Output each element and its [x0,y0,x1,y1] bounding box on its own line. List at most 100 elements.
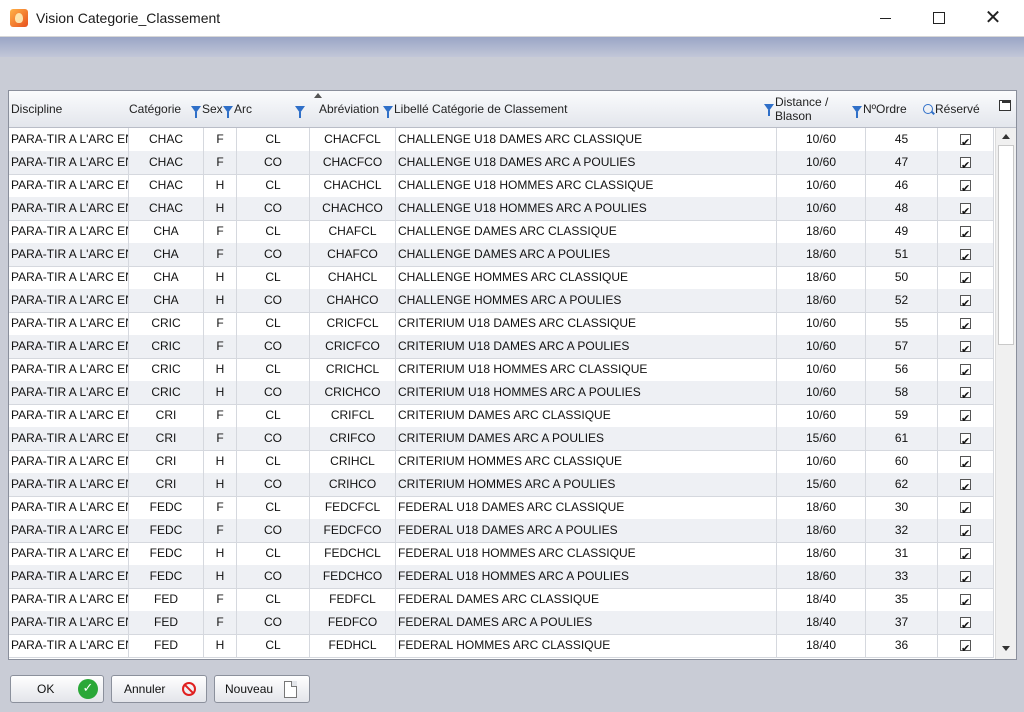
cell-ordre: 49 [866,220,938,243]
reserve-checkbox[interactable] [960,246,971,266]
cell-distance: 10/60 [777,312,866,335]
cell-libelle: CHALLENGE DAMES ARC CLASSIQUE [396,220,777,243]
scroll-thumb[interactable] [998,145,1014,345]
reserve-checkbox[interactable] [960,338,971,358]
cell-arc: CO [237,197,310,220]
reserve-checkbox[interactable] [960,223,971,243]
header-sexe[interactable]: Sexe [191,91,223,127]
reserve-checkbox[interactable] [960,200,971,220]
reserve-checkbox[interactable] [960,614,971,634]
table-row[interactable]: PARA-TIR A L'ARC EN CHAC F CL CHACFCL CHALLEN… [9,128,994,152]
minimize-button[interactable] [862,0,908,36]
reserve-checkbox[interactable] [960,177,971,197]
cell-distance: 10/60 [777,381,866,404]
header-abreviation[interactable]: Abréviation [295,91,393,127]
cell-sexe: H [204,542,237,565]
table-row[interactable]: PARA-TIR A L'ARC EN FEDC H CL FEDCHCL FEDERAL… [9,542,994,566]
table-row[interactable]: PARA-TIR A L'ARC EN CRI H CL CRIHCL CRITERIUM… [9,450,994,474]
table-row[interactable]: PARA-TIR A L'ARC EN CHAC F CO CHACFCO CHALLEN… [9,151,994,175]
vertical-scrollbar[interactable] [995,128,1016,659]
cell-distance: 10/60 [777,335,866,358]
header-discipline[interactable]: Discipline [11,91,129,127]
table-row[interactable]: PARA-TIR A L'ARC EN CHAC H CO CHACHCO CHALLEN… [9,197,994,221]
table-row[interactable]: PARA-TIR A L'ARC EN FED F CL FEDFCL FEDERAL D… [9,588,994,612]
table-row[interactable]: PARA-TIR A L'ARC EN CHAC H CL CHACHCL CHALLEN… [9,174,994,198]
column-chooser-icon[interactable] [999,100,1011,111]
filter-icon[interactable] [383,105,393,118]
cell-abreviation: FEDCHCL [310,542,396,565]
header-distance[interactable]: Distance / Blason [764,91,844,127]
reserve-checkbox[interactable] [960,430,971,450]
reserve-checkbox[interactable] [960,568,971,588]
cell-arc: CO [237,381,310,404]
table-row[interactable]: PARA-TIR A L'ARC EN CRI F CO CRIFCO CRITERIUM… [9,427,994,451]
cell-sexe: F [204,128,237,151]
table-row[interactable]: PARA-TIR A L'ARC EN CHA F CO CHAFCO CHALLENGE… [9,243,994,267]
cell-abreviation: CHACFCL [310,128,396,151]
table-row[interactable]: PARA-TIR A L'ARC EN CRIC F CO CRICFCO CRITERI… [9,335,994,359]
maximize-button[interactable] [916,0,962,36]
reserve-checkbox[interactable] [960,476,971,496]
scroll-down-icon[interactable] [1002,646,1010,651]
cell-sexe: F [204,312,237,335]
reserve-checkbox[interactable] [960,499,971,519]
cell-distance: 18/40 [777,634,866,657]
close-button[interactable]: ✕ [970,0,1016,36]
reserve-checkbox[interactable] [960,522,971,542]
header-libelle[interactable]: Libellé Catégorie de Classement [383,91,773,127]
filter-icon[interactable] [295,105,305,118]
reserve-checkbox[interactable] [960,269,971,289]
reserve-checkbox[interactable] [960,545,971,565]
filter-icon[interactable] [852,105,862,118]
table-row[interactable]: PARA-TIR A L'ARC EN CHA H CO CHAHCO CHALLENGE… [9,289,994,313]
reserve-checkbox[interactable] [960,131,971,151]
cell-discipline: PARA-TIR A L'ARC EN [9,174,129,197]
cell-discipline: PARA-TIR A L'ARC EN [9,565,129,588]
header-arc[interactable]: Arc [223,91,259,127]
filter-icon[interactable] [191,105,201,118]
filter-icon[interactable] [223,105,233,118]
header-categorie[interactable]: Catégorie [129,91,191,127]
table-row[interactable]: PARA-TIR A L'ARC EN CRIC H CO CRICHCO CRITERI… [9,381,994,405]
cell-discipline: PARA-TIR A L'ARC EN [9,335,129,358]
table-row[interactable]: PARA-TIR A L'ARC EN FED H CL FEDHCL FEDERAL H… [9,634,994,658]
reserve-checkbox[interactable] [960,361,971,381]
cell-discipline: PARA-TIR A L'ARC EN [9,611,129,634]
table-row[interactable]: PARA-TIR A L'ARC EN FEDC F CO FEDCFCO FEDERAL… [9,519,994,543]
table-row[interactable]: PARA-TIR A L'ARC EN FED F CO FEDFCO FEDERAL D… [9,611,994,635]
search-icon[interactable] [923,104,933,114]
reserve-checkbox[interactable] [960,292,971,312]
reserve-checkbox[interactable] [960,384,971,404]
table-row[interactable]: PARA-TIR A L'ARC EN CRI F CL CRIFCL CRITERIUM… [9,404,994,428]
cell-reserve [938,243,994,266]
cell-ordre: 51 [866,243,938,266]
cell-reserve [938,588,994,611]
table-row[interactable]: PARA-TIR A L'ARC EN FEDC H CO FEDCHCO FEDERAL… [9,565,994,589]
table-row[interactable]: PARA-TIR A L'ARC EN FEDC F CL FEDCFCL FEDERAL… [9,496,994,520]
table-row[interactable]: PARA-TIR A L'ARC EN CHA H CL CHAHCL CHALLENGE… [9,266,994,290]
table-row[interactable]: PARA-TIR A L'ARC EN CHA F CL CHAFCL CHALLENGE… [9,220,994,244]
table-header: Discipline Catégorie Sexe Arc Abréviatio… [9,91,1016,128]
new-button[interactable]: Nouveau [214,675,310,703]
reserve-checkbox[interactable] [960,453,971,473]
header-ordre[interactable]: NºOrdre [852,91,922,127]
cell-sexe: F [204,335,237,358]
table-row[interactable]: PARA-TIR A L'ARC EN CRIC F CL CRICFCL CRITERI… [9,312,994,336]
header-reserve[interactable]: Réservé [923,91,995,127]
reserve-checkbox[interactable] [960,315,971,335]
cancel-button[interactable]: Annuler [111,675,207,703]
reserve-checkbox[interactable] [960,591,971,611]
filter-icon[interactable] [764,104,774,116]
scroll-up-icon[interactable] [1002,134,1010,139]
cell-distance: 10/60 [777,197,866,220]
cell-categorie: CRI [129,427,204,450]
cell-arc: CO [237,335,310,358]
cell-discipline: PARA-TIR A L'ARC EN [9,450,129,473]
cell-discipline: PARA-TIR A L'ARC EN [9,220,129,243]
reserve-checkbox[interactable] [960,407,971,427]
reserve-checkbox[interactable] [960,154,971,174]
ok-button[interactable]: OK ✓ [10,675,104,703]
table-row[interactable]: PARA-TIR A L'ARC EN CRIC H CL CRICHCL CRITERI… [9,358,994,382]
table-row[interactable]: PARA-TIR A L'ARC EN CRI H CO CRIHCO CRITERIUM… [9,473,994,497]
reserve-checkbox[interactable] [960,637,971,657]
